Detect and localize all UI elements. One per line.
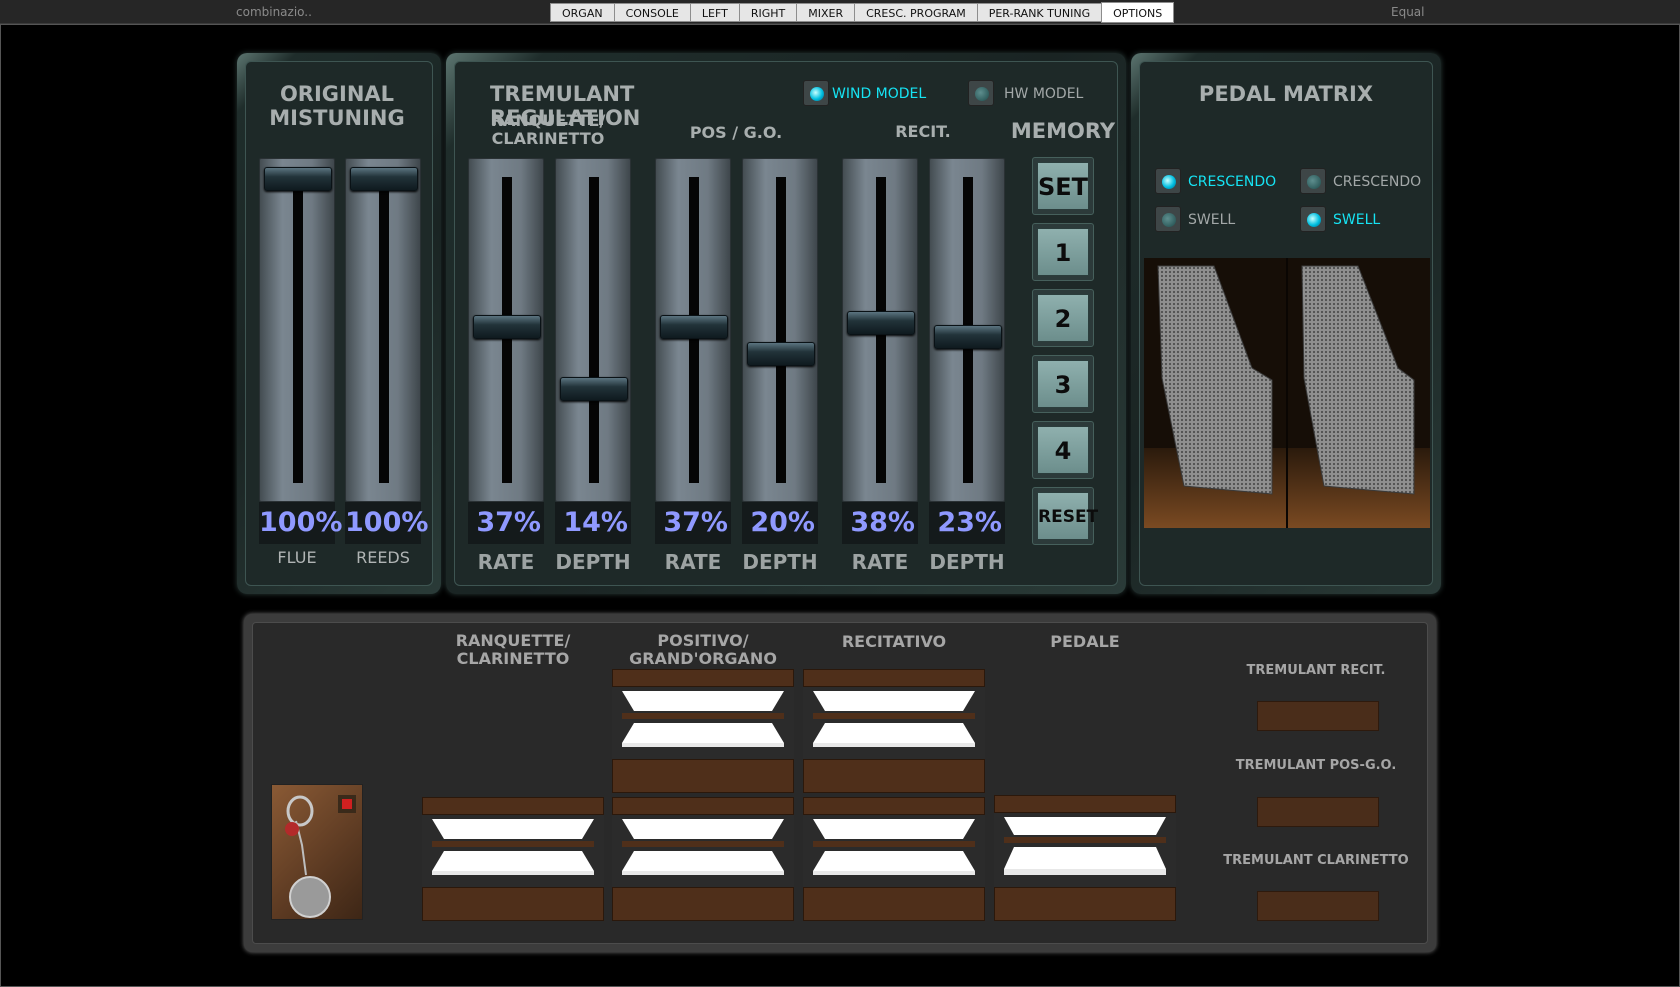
posgo-rate-slider[interactable] <box>655 158 731 502</box>
flue-label: FLUE <box>277 548 317 567</box>
left-swell-label: SWELL <box>1188 212 1236 228</box>
clarinetto-rate-value: 37% <box>468 502 544 544</box>
positivo-lower-top-bar <box>612 797 794 815</box>
group-head-pos-go: POS / G.O. <box>689 123 783 142</box>
clarinetto-rate-label: RATE <box>477 550 535 574</box>
clarinetto-keys[interactable] <box>422 815 604 887</box>
right-swell-label: SWELL <box>1333 212 1381 228</box>
clarinetto-depth-handle[interactable] <box>560 377 628 402</box>
tab-options[interactable]: OPTIONS <box>1101 2 1175 23</box>
tremulant-recit-switch[interactable] <box>1257 701 1379 731</box>
hw-model-toggle[interactable] <box>968 80 994 106</box>
tremulant-recit-label: TREMULANT RECIT. <box>1246 663 1386 678</box>
tab-cresc-program[interactable]: CRESC. PROGRAM <box>854 3 977 22</box>
positivo-lower-keys[interactable] <box>612 815 794 887</box>
posgo-depth-value: 20% <box>742 502 818 544</box>
posgo-depth-slider[interactable] <box>742 158 818 502</box>
recit-rate-handle[interactable] <box>847 311 915 336</box>
pedale-bottom-bar <box>994 887 1176 921</box>
recit-depth-value: 23% <box>929 502 1005 544</box>
memory-2-button[interactable]: 2 <box>1032 289 1094 347</box>
recit-lower-bottom-bar <box>803 887 985 921</box>
manual-title-clarinetto: RANQUETTE/ CLARINETTO <box>455 631 571 668</box>
clarinetto-rate-handle[interactable] <box>473 314 541 339</box>
clarinetto-depth-value: 14% <box>555 502 631 544</box>
right-crescendo-label: CRESCENDO <box>1333 174 1422 190</box>
left-crescendo-label: CRESCENDO <box>1188 174 1277 190</box>
clarinetto-depth-slider[interactable] <box>555 158 631 502</box>
tab-console[interactable]: CONSOLE <box>613 3 690 22</box>
recit-rate-value: 38% <box>842 502 918 544</box>
manual-title-pedale: PEDALE <box>1050 632 1120 651</box>
group-head-clarinetto: RANQUETTE/ CLARINETTO <box>490 111 606 148</box>
manual-title-recitativo: RECITATIVO <box>841 632 947 651</box>
tremulant-posgo-label: TREMULANT POS-G.O. <box>1235 758 1397 773</box>
key-medallion-image[interactable] <box>271 784 363 920</box>
temperament-name[interactable]: Equal <box>1391 5 1425 19</box>
tremulant-clarinetto-switch[interactable] <box>1257 891 1379 921</box>
posgo-rate-label: RATE <box>664 550 722 574</box>
recit-depth-handle[interactable] <box>934 324 1002 349</box>
clarinetto-lower-top-bar <box>422 797 604 815</box>
reeds-slider-handle[interactable] <box>350 167 418 191</box>
mistuning-title: ORIGINAL MISTUNING <box>269 82 405 130</box>
top-bar: combinazio.. ORGAN CONSOLE LEFT RIGHT MI… <box>0 0 1680 24</box>
tab-left[interactable]: LEFT <box>689 3 739 22</box>
pedal-matrix-title: PEDAL MATRIX <box>1198 82 1374 106</box>
tab-organ[interactable]: ORGAN <box>550 3 614 22</box>
recit-upper-bottom-bar <box>803 759 985 793</box>
posgo-depth-handle[interactable] <box>747 342 815 367</box>
clarinetto-rate-slider[interactable] <box>468 158 544 502</box>
right-swell-toggle[interactable] <box>1300 206 1326 232</box>
memory-reset-button[interactable]: RESET <box>1032 487 1098 545</box>
tremulant-posgo-switch[interactable] <box>1257 797 1379 827</box>
group-head-recit: RECIT. <box>895 122 951 141</box>
memory-set-button[interactable]: SET <box>1032 157 1094 215</box>
reeds-value: 100% <box>345 502 428 544</box>
posgo-depth-label: DEPTH <box>742 550 818 574</box>
left-crescendo-toggle[interactable] <box>1155 168 1181 194</box>
memory-1-button[interactable]: 1 <box>1032 223 1094 281</box>
positivo-upper-bottom-bar <box>612 759 794 793</box>
memory-title: MEMORY <box>1010 119 1116 143</box>
tab-mixer[interactable]: MIXER <box>796 3 855 22</box>
positivo-upper-top-bar <box>612 669 794 687</box>
left-swell-toggle[interactable] <box>1155 206 1181 232</box>
reeds-slider[interactable] <box>345 158 421 502</box>
flue-slider[interactable] <box>259 158 335 502</box>
positivo-lower-bottom-bar <box>612 887 794 921</box>
recit-upper-keys[interactable] <box>803 687 985 759</box>
wind-model-toggle[interactable] <box>803 80 829 106</box>
memory-3-button[interactable]: 3 <box>1032 355 1094 413</box>
recit-depth-label: DEPTH <box>929 550 1005 574</box>
recit-upper-top-bar <box>803 669 985 687</box>
main-tabs: ORGAN CONSOLE LEFT RIGHT MIXER CRESC. PR… <box>550 2 1175 23</box>
recit-rate-slider[interactable] <box>842 158 918 502</box>
recit-depth-slider[interactable] <box>929 158 1005 502</box>
clarinetto-depth-label: DEPTH <box>555 550 631 574</box>
right-crescendo-toggle[interactable] <box>1300 168 1326 194</box>
recit-lower-keys[interactable] <box>803 815 985 887</box>
posgo-rate-value: 37% <box>655 502 731 544</box>
pedale-top-bar <box>994 795 1176 813</box>
combination-name[interactable]: combinazio.. <box>236 5 312 19</box>
pedale-keys[interactable] <box>994 813 1176 887</box>
flue-value: 100% <box>259 502 342 544</box>
recit-lower-top-bar <box>803 797 985 815</box>
tab-right[interactable]: RIGHT <box>738 3 797 22</box>
recit-rate-label: RATE <box>851 550 909 574</box>
posgo-rate-handle[interactable] <box>660 314 728 339</box>
wind-model-label: WIND MODEL <box>832 86 927 102</box>
flue-slider-handle[interactable] <box>264 167 332 191</box>
positivo-upper-keys[interactable] <box>612 687 794 759</box>
tremulant-clarinetto-label: TREMULANT CLARINETTO <box>1223 853 1409 868</box>
manual-title-positivo: POSITIVO/ GRAND'ORGANO <box>629 631 777 668</box>
expression-pedals-image <box>1144 258 1430 528</box>
hw-model-label: HW MODEL <box>1004 86 1084 102</box>
tab-per-rank-tuning[interactable]: PER-RANK TUNING <box>976 3 1102 22</box>
reeds-label: REEDS <box>356 548 410 567</box>
memory-4-button[interactable]: 4 <box>1032 421 1094 479</box>
clarinetto-lower-bottom-bar <box>422 887 604 921</box>
